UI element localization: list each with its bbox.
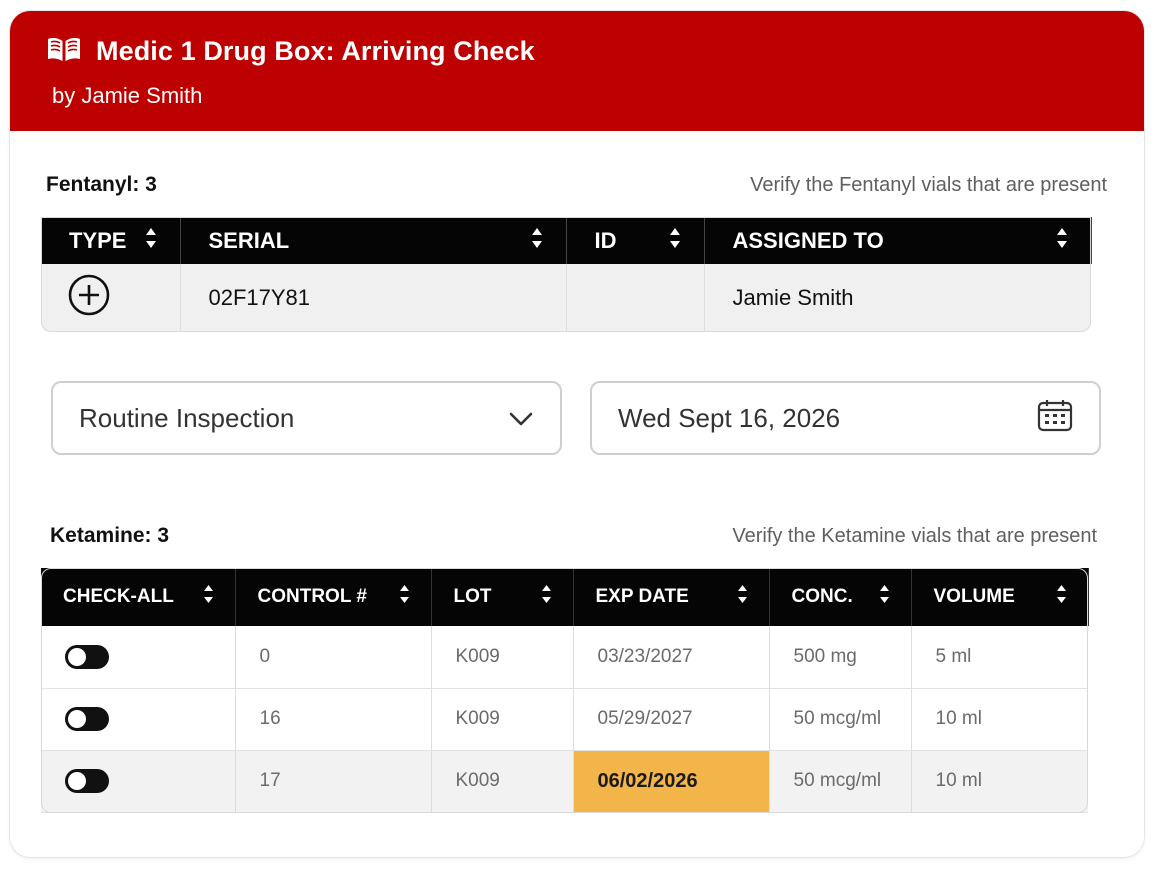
id-cell: [566, 264, 705, 331]
column-header-exp-date[interactable]: EXP DATE: [573, 568, 770, 626]
sort-icon[interactable]: [540, 582, 553, 612]
control-cell: 0: [235, 626, 432, 689]
conc-cell: 500 mg: [769, 626, 912, 689]
inspection-date-value: Wed Sept 16, 2026: [618, 402, 841, 433]
sort-icon[interactable]: [398, 582, 411, 612]
inspection-type-value: Routine Inspection: [79, 402, 295, 433]
check-cell: [41, 750, 236, 813]
vial-present-toggle[interactable]: [65, 769, 109, 793]
volume-cell: 10 ml: [911, 688, 1088, 751]
column-header-conc[interactable]: CONC.: [769, 568, 912, 626]
sort-icon[interactable]: [668, 225, 682, 257]
conc-cell: 50 mcg/ml: [769, 750, 912, 813]
exp-date-cell-expiring: 06/02/2026: [573, 750, 770, 813]
fentanyl-header-row: TYPE SERIAL ID ASSIGNED TO: [41, 217, 1092, 264]
lot-cell: K009: [431, 626, 574, 689]
column-header-id[interactable]: ID: [566, 217, 705, 264]
inspection-date-field[interactable]: Wed Sept 16, 2026: [590, 381, 1101, 455]
column-header-check-all[interactable]: CHECK-ALL: [41, 568, 236, 626]
toggle-knob: [68, 772, 86, 790]
toggle-knob: [68, 647, 86, 666]
column-header-assigned-to[interactable]: ASSIGNED TO: [704, 217, 1092, 264]
column-header-serial[interactable]: SERIAL: [180, 217, 567, 264]
control-cell: 17: [235, 750, 432, 813]
type-cell: [41, 264, 181, 331]
volume-cell: 10 ml: [911, 750, 1088, 813]
header-bar: Medic 1 Drug Box: Arriving Check by Jami…: [10, 11, 1144, 131]
calendar-icon[interactable]: [1037, 398, 1073, 439]
plus-circle-icon[interactable]: [67, 274, 111, 322]
chevron-down-icon: [508, 403, 534, 434]
table-row: 16 K009 05/29/2027 50 mcg/ml 10 ml: [41, 688, 1088, 751]
column-header-volume[interactable]: VOLUME: [911, 568, 1089, 626]
check-cell: [41, 688, 236, 751]
sort-icon[interactable]: [530, 225, 544, 257]
sort-icon[interactable]: [144, 225, 158, 257]
column-header-type[interactable]: TYPE: [41, 217, 181, 264]
vial-present-toggle[interactable]: [65, 707, 109, 731]
sort-icon[interactable]: [1055, 225, 1069, 257]
lot-cell: K009: [431, 750, 574, 813]
vial-present-toggle[interactable]: [65, 644, 109, 669]
ketamine-header-row: CHECK-ALL CONTROL # LOT EXP DATE CONC. V…: [41, 568, 1089, 626]
serial-cell: 02F17Y81: [180, 264, 567, 331]
control-cell: 16: [235, 688, 432, 751]
column-header-lot[interactable]: LOT: [431, 568, 574, 626]
sort-icon[interactable]: [878, 582, 891, 612]
book-open-icon: [46, 35, 82, 68]
check-cell: [41, 626, 236, 689]
exp-date-cell: 03/23/2027: [573, 626, 770, 689]
fentanyl-section-hint: Verify the Fentanyl vials that are prese…: [750, 174, 1107, 196]
fentanyl-section-title: Fentanyl: 3: [46, 173, 157, 196]
ketamine-table: CHECK-ALL CONTROL # LOT EXP DATE CONC. V…: [41, 568, 1089, 813]
exp-date-cell: 05/29/2027: [573, 688, 770, 751]
lot-cell: K009: [431, 688, 574, 751]
table-row: 0 K009 03/23/2027 500 mg 5 ml: [41, 626, 1088, 689]
sort-icon[interactable]: [202, 582, 215, 612]
table-row: 17 K009 06/02/2026 50 mcg/ml 10 ml: [41, 750, 1088, 813]
column-header-control[interactable]: CONTROL #: [235, 568, 432, 626]
toggle-knob: [68, 710, 86, 728]
assigned-to-cell: Jamie Smith: [704, 264, 1091, 331]
page-subtitle: by Jamie Smith: [52, 83, 203, 108]
fentanyl-table: TYPE SERIAL ID ASSIGNED TO 02F17Y81 Jami…: [41, 217, 1092, 331]
conc-cell: 50 mcg/ml: [769, 688, 912, 751]
volume-cell: 5 ml: [911, 626, 1088, 689]
ketamine-section-hint: Verify the Ketamine vials that are prese…: [732, 525, 1097, 547]
sort-icon[interactable]: [1055, 582, 1068, 612]
sort-icon[interactable]: [736, 582, 749, 612]
ketamine-section-title: Ketamine: 3: [50, 524, 170, 547]
table-row: 02F17Y81 Jamie Smith: [41, 264, 1091, 331]
title-row: Medic 1 Drug Box: Arriving Check: [46, 35, 535, 68]
inspection-type-select[interactable]: Routine Inspection: [51, 381, 562, 455]
page-title: Medic 1 Drug Box: Arriving Check: [96, 36, 535, 66]
